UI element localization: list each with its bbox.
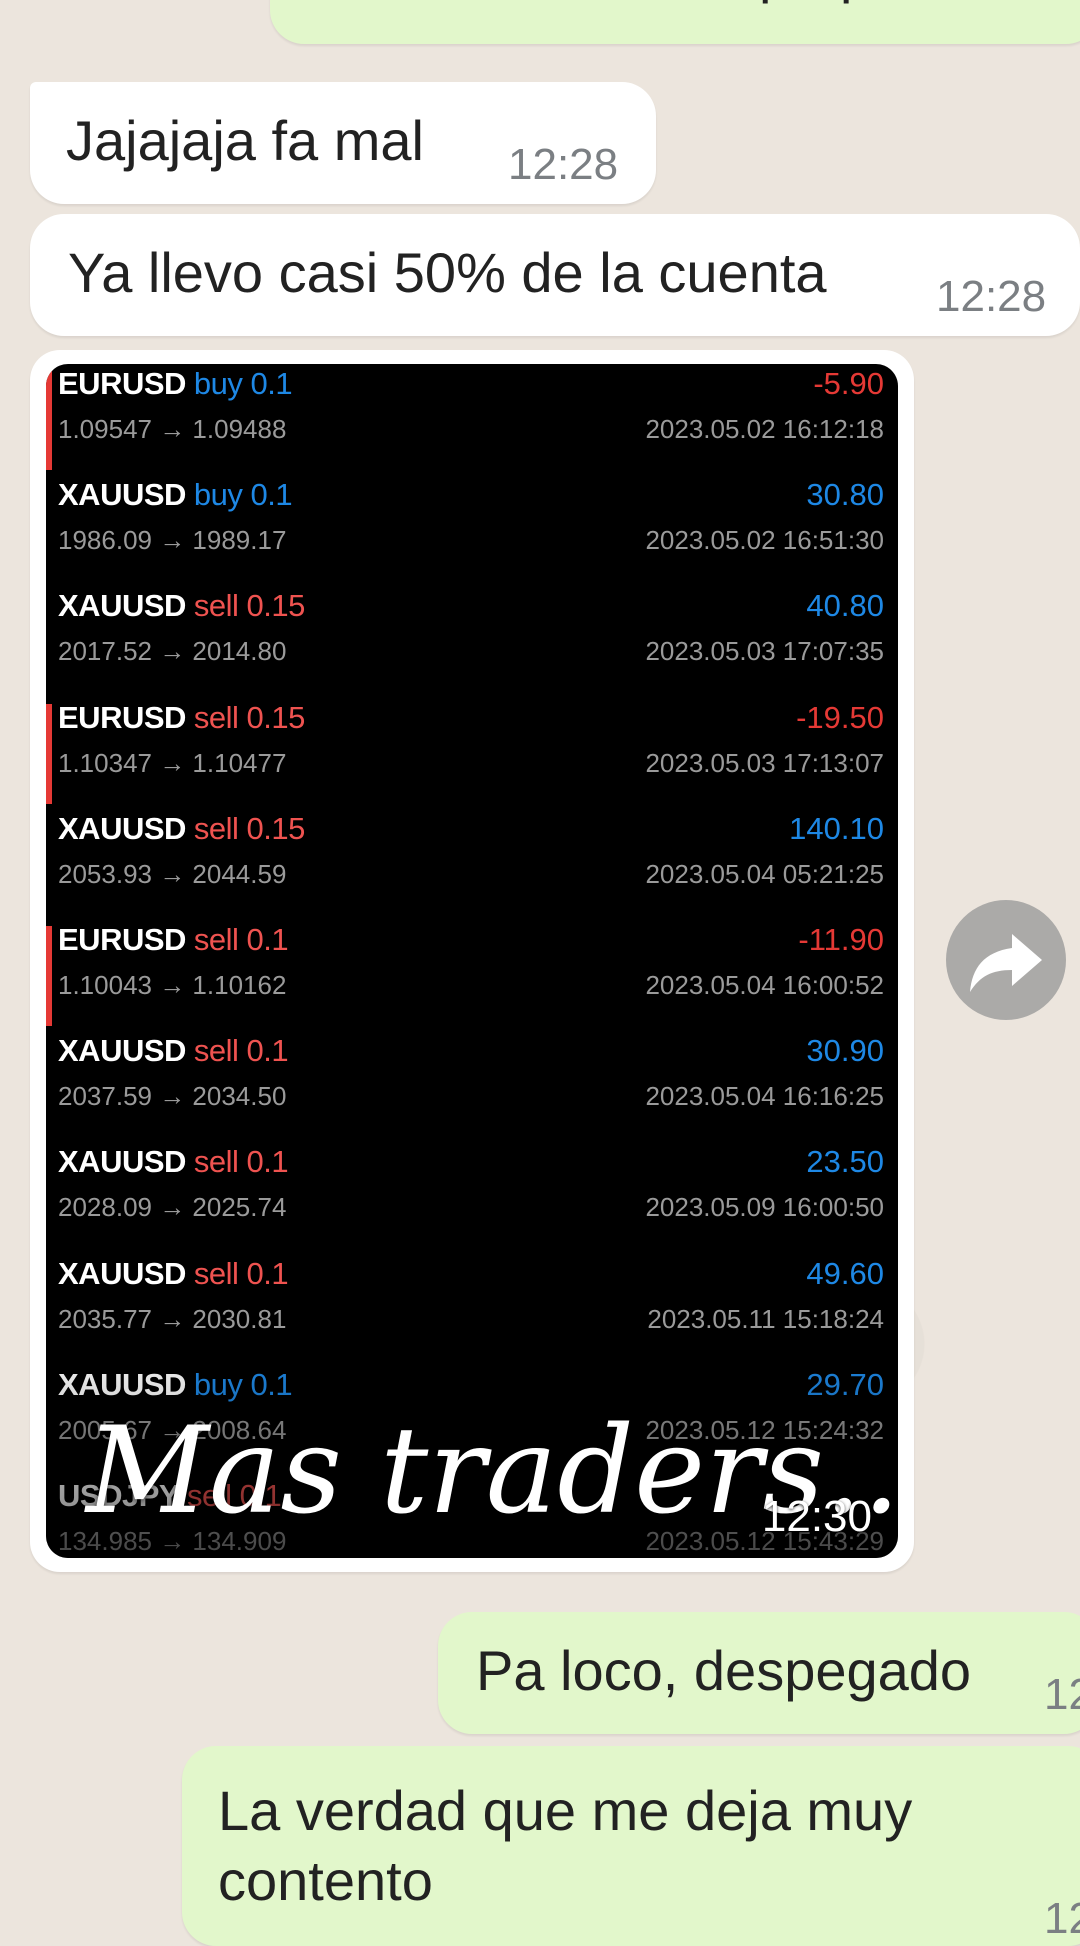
trade-side: buy 0.1 — [193, 366, 293, 401]
loss-indicator — [46, 926, 52, 1026]
trade-profit: 23.50 — [806, 1144, 884, 1180]
message-outgoing[interactable]: La verdad que me deja muy contento 12 — [182, 1746, 1080, 1946]
trade-profit: -11.90 — [798, 922, 884, 957]
message-text: Ya llevo casi 50% de la cuenta — [68, 241, 827, 304]
symbol-label: XAUUSD — [58, 810, 186, 846]
message-text: Pa loco, despegado — [476, 1639, 972, 1702]
message-time: 12:28 — [936, 272, 1047, 321]
symbol-label: XAUUSD — [58, 1033, 186, 1069]
message-outgoing[interactable]: todos los días un poquito 12 — [270, 0, 1080, 44]
message-incoming[interactable]: Jajajaja fa mal 12:28 — [30, 82, 656, 204]
trade-profit: 140.10 — [789, 810, 884, 846]
trade-symbol: XAUUSD sell 0.1 — [58, 1255, 289, 1292]
trade-symbol: EURUSD sell 0.15 — [58, 700, 305, 736]
trade-profit: 49.60 — [806, 1255, 884, 1291]
trade-prices: 1986.09 → 1989.17 — [58, 525, 287, 556]
trade-row[interactable]: XAUUSD sell 0.1 2037.59 → 2034.50 30.90 2023… — [46, 1031, 898, 1143]
trade-row[interactable]: EURUSD sell 0.1 1.10043 → 1.10162 -11.90 202… — [46, 920, 898, 1032]
trade-history-screenshot[interactable]: EURUSD buy 0.1 1.09547 → 1.09488 -5.90 2023.… — [46, 364, 898, 1558]
message-text: La verdad que me deja muy contento — [218, 1779, 913, 1912]
trade-side: sell 0.1 — [193, 1255, 289, 1291]
forward-arrow-icon — [970, 934, 1042, 992]
trade-datetime: 2023.05.02 16:51:30 — [645, 525, 884, 556]
trade-prices: 2028.09 → 2025.74 — [58, 1192, 287, 1223]
trade-datetime: 2023.05.04 16:16:25 — [645, 1081, 884, 1112]
trade-side: buy 0.1 — [193, 477, 293, 513]
trade-profit: 30.80 — [806, 477, 884, 513]
trade-symbol: EURUSD sell 0.1 — [58, 922, 289, 958]
message-incoming[interactable]: Ya llevo casi 50% de la cuenta 12:28 — [30, 214, 1080, 336]
loss-indicator — [46, 703, 52, 804]
trade-datetime: 2023.05.04 05:21:25 — [645, 858, 884, 889]
trade-prices: 1.10043 → 1.10162 — [58, 970, 287, 1000]
message-time: 12 — [1044, 1894, 1080, 1943]
trade-symbol: XAUUSD sell 0.1 — [58, 1144, 289, 1180]
symbol-label: XAUUSD — [58, 477, 186, 513]
trade-symbol: XAUUSD sell 0.15 — [58, 811, 305, 847]
trade-side: sell 0.15 — [193, 699, 305, 735]
trade-side: sell 0.15 — [193, 810, 305, 846]
trade-prices: 2037.59 → 2034.50 — [58, 1081, 287, 1112]
trade-profit: 40.80 — [806, 588, 884, 624]
message-text: todos los días un poquito — [320, 0, 943, 8]
symbol-label: XAUUSD — [58, 588, 186, 624]
trade-symbol: XAUUSD sell 0.1 — [58, 1033, 289, 1069]
loss-indicator — [46, 370, 52, 470]
trade-prices: 2035.77 → 2030.81 — [58, 1303, 287, 1334]
trade-profit: -5.90 — [813, 366, 884, 401]
symbol-label: XAUUSD — [58, 1144, 186, 1180]
trade-profit: 30.90 — [806, 1033, 884, 1069]
trade-prices: 1.10347 → 1.10477 — [58, 747, 287, 778]
trade-symbol: XAUUSDbuy 0.1 — [58, 477, 293, 513]
trade-datetime: 2023.05.04 16:00:52 — [645, 970, 884, 1000]
symbol-label: EURUSD — [58, 699, 186, 735]
trade-symbol: EURUSD buy 0.1 — [58, 366, 293, 402]
message-time: 12:28 — [508, 140, 619, 189]
symbol-label: XAUUSD — [58, 1255, 186, 1291]
trade-symbol: XAUUSD sell 0.15 — [58, 588, 305, 624]
trade-datetime: 2023.05.03 17:13:07 — [645, 747, 884, 778]
symbol-label: EURUSD — [58, 366, 186, 401]
trade-datetime: 2023.05.11 15:18:24 — [647, 1303, 884, 1334]
trade-side: sell 0.1 — [193, 922, 289, 957]
trade-datetime: 2023.05.02 16:12:18 — [645, 414, 884, 444]
trade-row[interactable]: XAUUSD sell 0.15 2053.93 → 2044.59 140.10 20… — [46, 809, 898, 921]
trade-row[interactable]: XAUUSD sell 0.15 2017.52 → 2014.80 40.80 202… — [46, 586, 898, 698]
trade-row[interactable]: EURUSD sell 0.15 1.10347 → 1.10477 -19.50 20… — [46, 698, 898, 810]
message-outgoing[interactable]: Pa loco, despegado 12 — [438, 1612, 1080, 1734]
trade-row[interactable]: XAUUSD buy 0.1 1986.09 → 1989.17 30.80 2023.… — [46, 475, 898, 587]
message-text: Jajajaja fa mal — [66, 109, 424, 172]
image-message[interactable]: EURUSD buy 0.1 1.09547 → 1.09488 -5.90 2023.… — [30, 350, 914, 1572]
trade-prices: 1.09547 → 1.09488 — [58, 414, 287, 444]
trade-prices: 2017.52 → 2014.80 — [58, 636, 287, 667]
trade-side: sell 0.15 — [193, 588, 305, 624]
trade-prices: 2053.93 → 2044.59 — [58, 858, 287, 889]
trade-datetime: 2023.05.03 17:07:35 — [645, 636, 884, 667]
message-time: 12:30 — [761, 1492, 872, 1541]
message-time: 12 — [1044, 1670, 1080, 1719]
symbol-label: EURUSD — [58, 922, 186, 957]
forward-button[interactable] — [946, 900, 1066, 1020]
trade-datetime: 2023.05.09 16:00:50 — [645, 1192, 884, 1223]
trade-row[interactable]: XAUUSD sell 0.1 2028.09 → 2025.74 23.50 2023… — [46, 1142, 898, 1254]
trade-profit: -19.50 — [796, 699, 884, 735]
trade-side: sell 0.1 — [193, 1144, 289, 1180]
trade-row[interactable]: EURUSD buy 0.1 1.09547 → 1.09488 -5.90 2023.… — [46, 364, 898, 476]
trade-side: sell 0.1 — [193, 1033, 289, 1069]
